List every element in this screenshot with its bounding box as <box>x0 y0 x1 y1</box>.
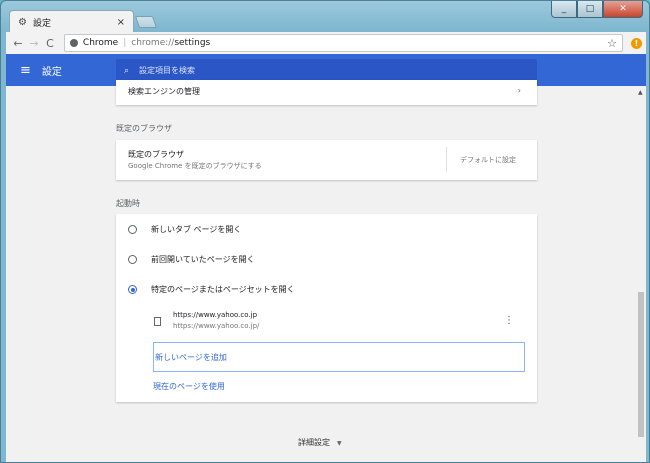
advanced-settings-toggle[interactable]: 詳細設定 ▼ <box>298 437 342 448</box>
window-controls: _ □ ✕ <box>551 1 643 18</box>
omnibox-chrome-label: Chrome <box>82 38 119 48</box>
chevron-right-icon: › <box>517 86 521 95</box>
search-input[interactable]: ⌕ 設定項目を検索 <box>116 59 537 82</box>
menu-icon[interactable]: ≡ <box>20 63 31 78</box>
startup-page-title: https://www.yahoo.co.jp <box>173 311 258 319</box>
startup-page-item: https://www.yahoo.co.jp https://www.yaho… <box>152 310 524 336</box>
startup-card: 新しいタブ ページを開く 前回開いていたページを開く 特定のページまたはページセ… <box>116 214 537 402</box>
scroll-up-icon[interactable]: ▲ <box>638 89 643 96</box>
default-browser-title: 既定のブラウザ <box>128 150 184 159</box>
url-scheme: chrome:// <box>131 38 175 48</box>
update-alert-icon[interactable]: ! <box>631 37 642 49</box>
omnibox[interactable]: Chrome | chrome:// settings ☆ <box>63 34 623 52</box>
startup-option-specific-pages[interactable]: 特定のページまたはページセットを開く <box>128 284 295 295</box>
startup-option-continue[interactable]: 前回開いていたページを開く <box>128 254 255 265</box>
startup-page-url: https://www.yahoo.co.jp/ <box>173 322 260 330</box>
settings-page: ≡ 設定 ⌕ 設定項目を検索 検索エンジンの管理 › 既定のブラウザ 既定のブラ… <box>6 54 646 462</box>
scrollbar[interactable]: ▲ <box>636 86 646 462</box>
startup-option-label: 前回開いていたページを開く <box>151 255 255 264</box>
omnibox-separator: | <box>123 38 127 48</box>
url-path: settings <box>174 38 211 48</box>
default-browser-subtitle: Google Chrome を既定のブラウザにする <box>128 162 262 170</box>
section-label-default-browser: 既定のブラウザ <box>116 124 172 133</box>
search-engine-manage-label: 検索エンジンの管理 <box>128 87 200 96</box>
back-icon[interactable]: ← <box>10 37 26 50</box>
minimize-button[interactable]: _ <box>551 1 577 18</box>
chevron-down-icon: ▼ <box>337 440 342 447</box>
tab-settings[interactable]: ⚙ 設定 × <box>9 10 134 33</box>
gear-icon: ⚙ <box>18 16 27 28</box>
reload-icon[interactable]: C <box>42 37 58 50</box>
chrome-secure-icon <box>69 39 78 47</box>
tab-title: 設定 <box>32 18 51 29</box>
page-icon <box>154 317 161 326</box>
radio-button[interactable] <box>128 255 137 264</box>
make-default-button[interactable]: デフォルトに設定 <box>460 155 516 165</box>
bookmark-star-icon[interactable]: ☆ <box>607 37 617 50</box>
startup-option-label: 新しいタブ ページを開く <box>151 225 242 234</box>
maximize-button[interactable]: □ <box>577 1 603 18</box>
radio-button-selected[interactable] <box>128 285 137 294</box>
more-vert-icon[interactable]: ⋮ <box>504 315 514 326</box>
forward-icon[interactable]: → <box>26 37 42 50</box>
startup-option-new-tab[interactable]: 新しいタブ ページを開く <box>128 224 241 235</box>
add-new-page-button[interactable]: 新しいページを追加 <box>153 342 525 372</box>
tab-close-icon[interactable]: × <box>117 17 125 28</box>
scrollbar-thumb[interactable] <box>638 292 644 437</box>
default-browser-card: 既定のブラウザ Google Chrome を既定のブラウザにする デフォルトに… <box>116 140 537 180</box>
close-window-button[interactable]: ✕ <box>603 1 643 18</box>
search-icon: ⌕ <box>124 65 130 76</box>
divider <box>446 147 447 172</box>
browser-window: _ □ ✕ ⚙ 設定 × ← → C Chrome | chrome:// se… <box>0 0 650 463</box>
startup-option-label: 特定のページまたはページセットを開く <box>151 285 295 294</box>
advanced-label: 詳細設定 <box>298 438 330 447</box>
new-tab-button[interactable] <box>134 16 158 28</box>
section-label-startup: 起動時 <box>116 199 140 208</box>
search-engine-manage-row[interactable]: 検索エンジンの管理 › <box>116 80 537 105</box>
page-title: 設定 <box>41 66 62 78</box>
toolbar: ← → C Chrome | chrome:// settings ☆ ! <box>6 32 646 54</box>
radio-button[interactable] <box>128 225 137 234</box>
use-current-pages-button[interactable]: 現在のページを使用 <box>153 381 225 392</box>
search-placeholder: 設定項目を検索 <box>139 66 196 75</box>
